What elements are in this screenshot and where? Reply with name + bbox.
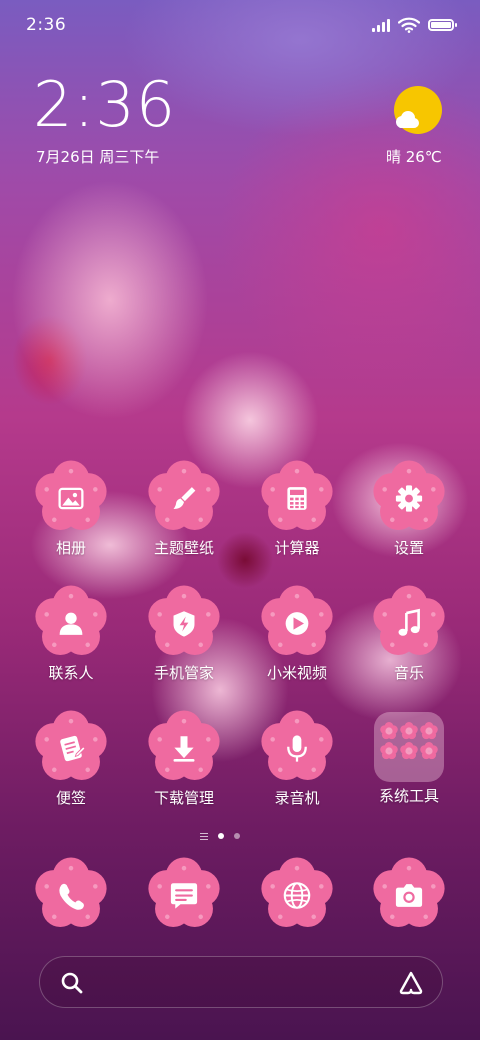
wifi-icon	[398, 17, 420, 33]
gear-icon	[395, 485, 423, 512]
app-microphone[interactable]: 录音机	[241, 709, 353, 808]
play-icon	[285, 612, 309, 635]
app-folder[interactable]: 系统工具	[353, 709, 465, 806]
search-bar[interactable]	[39, 956, 443, 1008]
app-label: 计算器	[274, 539, 320, 557]
app-label: 手机管家	[153, 664, 214, 682]
sun-cloud-icon[interactable]	[392, 84, 444, 136]
weather-text[interactable]: 晴 26℃	[386, 146, 442, 167]
dock-phone[interactable]	[33, 856, 109, 932]
app-label: 小米视频	[266, 664, 327, 682]
app-play[interactable]: 小米视频	[241, 584, 353, 683]
search-icon[interactable]	[60, 971, 84, 995]
status-bar: 2:36	[0, 0, 480, 50]
app-music-note[interactable]: 音乐	[353, 584, 465, 683]
page-dot-2[interactable]	[234, 833, 240, 839]
app-label: 联系人	[48, 664, 94, 682]
date-text[interactable]: 7月26日 周三下午	[36, 146, 159, 167]
page-indicator-menu-icon	[200, 832, 208, 840]
app-calculator[interactable]: 计算器	[241, 459, 353, 558]
app-download[interactable]: 下载管理	[128, 709, 240, 808]
app-note[interactable]: 便签	[15, 709, 127, 808]
app-label: 音乐	[393, 664, 424, 682]
app-label: 主题壁纸	[153, 539, 214, 557]
page-dot-1[interactable]	[218, 833, 224, 839]
page-indicator[interactable]	[200, 830, 240, 842]
app-label: 相册	[55, 539, 86, 557]
app-label: 下载管理	[153, 789, 214, 807]
app-gallery[interactable]: 相册	[15, 459, 127, 558]
status-time: 2:36	[26, 15, 67, 35]
signal-icon	[372, 18, 390, 32]
calculator-icon	[287, 487, 307, 510]
dock-browser-globe[interactable]	[259, 856, 335, 932]
folder-icon	[374, 712, 444, 782]
app-shield[interactable]: 手机管家	[128, 584, 240, 683]
app-label: 录音机	[274, 789, 320, 807]
battery-icon	[428, 19, 457, 31]
app-paintbrush[interactable]: 主题壁纸	[128, 459, 240, 558]
dock-message[interactable]	[146, 856, 222, 932]
app-label: 系统工具	[378, 787, 439, 805]
assistant-icon[interactable]	[398, 970, 424, 996]
app-person[interactable]: 联系人	[15, 584, 127, 683]
dock-camera[interactable]	[371, 856, 447, 932]
clock-widget[interactable]: 2:36	[33, 74, 176, 136]
app-label: 便签	[55, 789, 86, 807]
app-label: 设置	[393, 539, 424, 557]
app-gear[interactable]: 设置	[353, 459, 465, 558]
